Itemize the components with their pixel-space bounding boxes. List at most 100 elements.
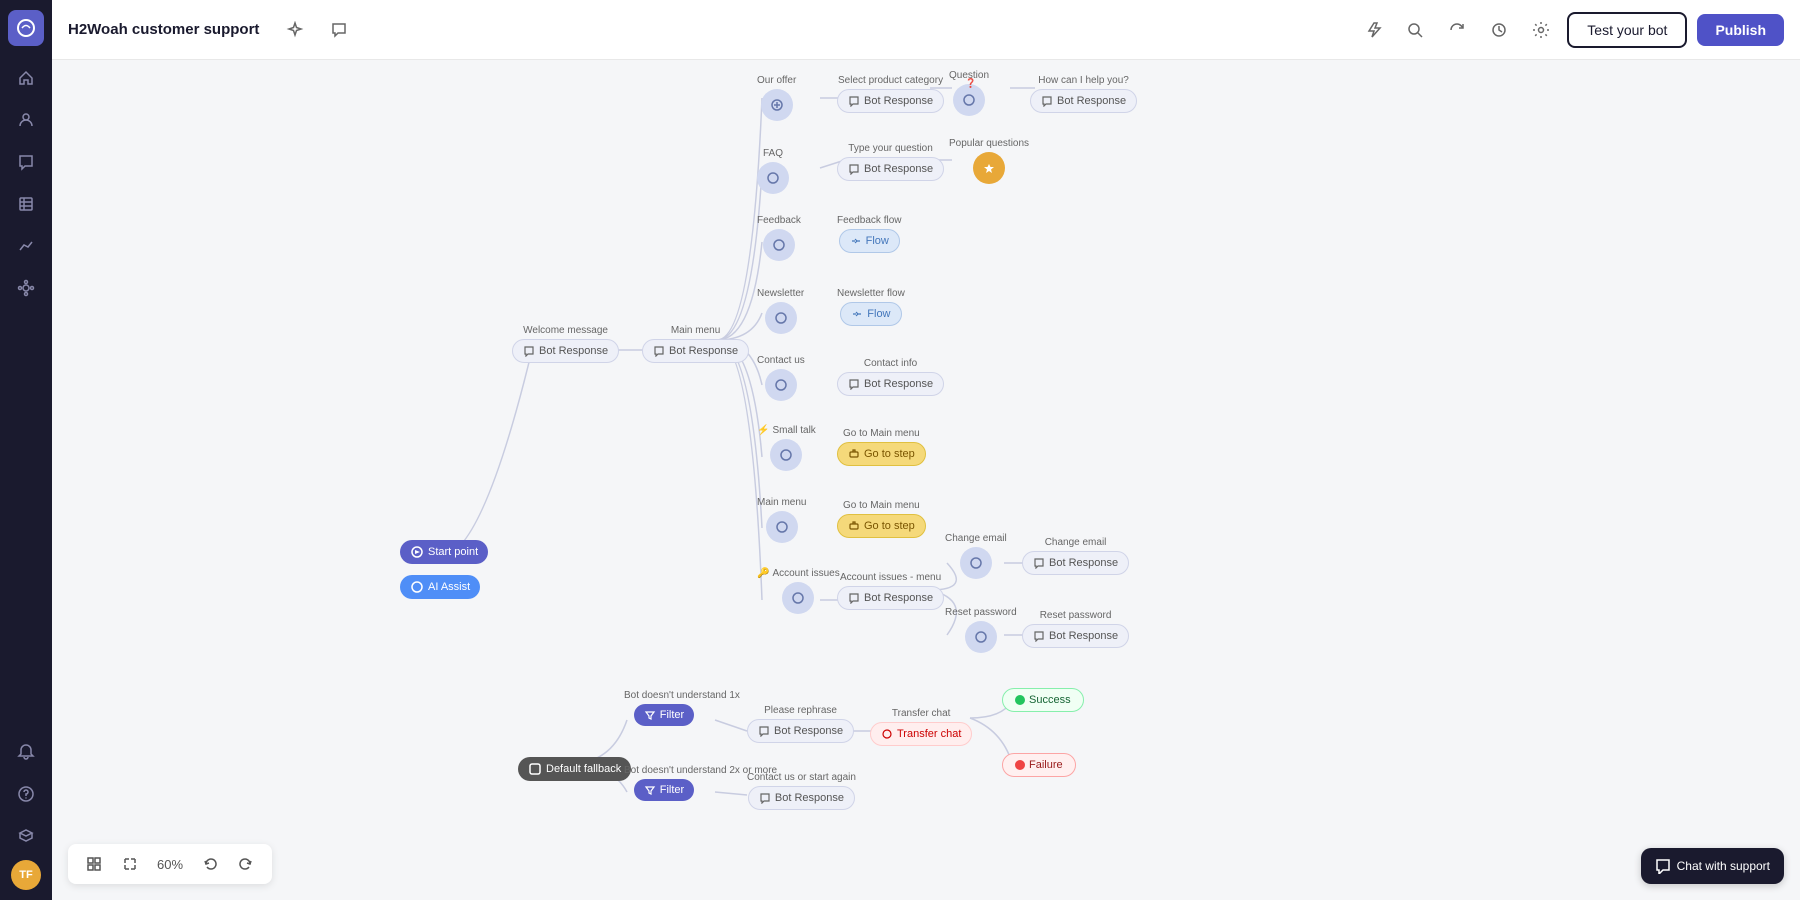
type-question-chip[interactable]: Bot Response — [837, 157, 944, 181]
sidebar-item-help[interactable] — [8, 776, 44, 812]
reset-password-node[interactable]: Reset password — [945, 607, 1017, 653]
feedback-node[interactable]: Feedback — [757, 215, 801, 261]
account-issues-menu-node[interactable]: Account issues - menu Bot Response — [837, 572, 944, 610]
go-to-main-2-chip[interactable]: Go to step — [837, 514, 926, 538]
newsletter-label: Newsletter — [757, 288, 804, 299]
failure-dot — [1015, 760, 1025, 770]
how-can-help-chip[interactable]: Bot Response — [1030, 89, 1137, 113]
undo-button[interactable] — [196, 850, 224, 878]
success-node[interactable]: Success — [1002, 688, 1084, 712]
reset-password-resp-chip[interactable]: Bot Response — [1022, 624, 1129, 648]
sidebar-item-users[interactable] — [8, 102, 44, 138]
small-talk-node[interactable]: ⚡ Small talk — [757, 425, 816, 471]
bot-understand-1-chip[interactable]: Filter — [634, 704, 694, 726]
newsletter-node[interactable]: Newsletter — [757, 288, 804, 334]
newsletter-flow-node[interactable]: Newsletter flow Flow — [837, 288, 905, 326]
question-icon[interactable]: ❓ — [953, 84, 985, 116]
default-fallback-chip[interactable]: Default fallback — [518, 757, 631, 781]
contact-restart-node[interactable]: Contact us or start again Bot Response — [747, 772, 856, 810]
failure-node[interactable]: Failure — [1002, 753, 1076, 777]
newsletter-flow-chip[interactable]: Flow — [840, 302, 901, 326]
chat-icon-button[interactable] — [323, 14, 355, 46]
go-to-main-1-node[interactable]: Go to Main menu Go to step — [837, 428, 926, 466]
search-button[interactable] — [1399, 14, 1431, 46]
bot-understand-2-node[interactable]: Bot doesn't understand 2x or more Filter — [624, 765, 704, 801]
popular-questions-icon[interactable] — [973, 152, 1005, 184]
zoom-level: 60% — [152, 857, 188, 872]
user-avatar[interactable]: TF — [11, 860, 41, 890]
go-to-main-1-chip[interactable]: Go to step — [837, 442, 926, 466]
feedback-flow-node[interactable]: Feedback flow Flow — [837, 215, 901, 253]
history-button[interactable] — [1483, 14, 1515, 46]
reset-password-resp-label: Reset password — [1040, 610, 1112, 621]
select-product-chip[interactable]: Bot Response — [837, 89, 944, 113]
feedback-flow-chip[interactable]: Flow — [839, 229, 900, 253]
app-logo — [8, 10, 44, 46]
header-actions: Test your bot Publish — [1357, 12, 1784, 48]
magic-button[interactable] — [279, 14, 311, 46]
please-rephrase-chip[interactable]: Bot Response — [747, 719, 854, 743]
ai-assist-node[interactable]: AI Assist — [400, 575, 480, 599]
our-offer-node[interactable]: Our offer — [757, 75, 796, 121]
contact-us-node[interactable]: Contact us — [757, 355, 805, 401]
contact-restart-chip[interactable]: Bot Response — [748, 786, 855, 810]
type-question-node[interactable]: Type your question Bot Response — [837, 143, 944, 181]
welcome-message-node[interactable]: Welcome message Bot Response — [512, 325, 619, 363]
sidebar-item-chat[interactable] — [8, 144, 44, 180]
main-menu-2-node[interactable]: Main menu — [757, 497, 806, 543]
account-issues-node[interactable]: 🔑 Account issues — [757, 568, 840, 614]
sidebar-item-learn[interactable] — [8, 818, 44, 854]
go-to-main-2-node[interactable]: Go to Main menu Go to step — [837, 500, 926, 538]
how-can-help-label: How can I help you? — [1038, 75, 1129, 86]
sidebar-item-data[interactable] — [8, 186, 44, 222]
main-menu-label: Main menu — [671, 325, 720, 336]
fit-view-button[interactable] — [80, 850, 108, 878]
contact-info-label: Contact info — [864, 358, 917, 369]
success-chip[interactable]: Success — [1002, 688, 1084, 712]
contact-info-node[interactable]: Contact info Bot Response — [837, 358, 944, 396]
transfer-chat-chip[interactable]: Transfer chat — [870, 722, 972, 746]
sidebar-item-integrations[interactable] — [8, 270, 44, 306]
settings-button[interactable] — [1525, 14, 1557, 46]
feedback-icon — [763, 229, 795, 261]
chat-support-button[interactable]: Chat with support — [1641, 848, 1784, 884]
please-rephrase-node[interactable]: Please rephrase Bot Response — [747, 705, 854, 743]
main-menu-node[interactable]: Main menu Bot Response — [642, 325, 749, 363]
flow-canvas[interactable]: Start point AI Assist Welcome message Bo… — [52, 60, 1800, 900]
reset-password-label: Reset password — [945, 607, 1017, 618]
expand-button[interactable] — [116, 850, 144, 878]
default-fallback-node[interactable]: Default fallback — [518, 757, 631, 781]
publish-button[interactable]: Publish — [1697, 14, 1784, 46]
sidebar-item-notifications[interactable] — [8, 734, 44, 770]
refresh-button[interactable] — [1441, 14, 1473, 46]
test-bot-button[interactable]: Test your bot — [1567, 12, 1687, 48]
welcome-message-chip[interactable]: Bot Response — [512, 339, 619, 363]
sidebar-item-analytics[interactable] — [8, 228, 44, 264]
success-dot — [1015, 695, 1025, 705]
sidebar-item-home[interactable] — [8, 60, 44, 96]
faq-node[interactable]: FAQ — [757, 148, 789, 194]
contact-info-chip[interactable]: Bot Response — [837, 372, 944, 396]
bot-understand-2-chip[interactable]: Filter — [634, 779, 694, 801]
type-question-label: Type your question — [848, 143, 933, 154]
transfer-chat-node[interactable]: Transfer chat Transfer chat — [870, 708, 972, 746]
change-email-node[interactable]: Change email — [945, 533, 1007, 579]
ai-assist-chip[interactable]: AI Assist — [400, 575, 480, 599]
redo-button[interactable] — [232, 850, 260, 878]
reset-password-resp-node[interactable]: Reset password Bot Response — [1022, 610, 1129, 648]
welcome-message-label: Welcome message — [523, 325, 608, 336]
change-email-resp-chip[interactable]: Bot Response — [1022, 551, 1129, 575]
start-point-node[interactable]: Start point — [400, 540, 488, 564]
main-menu-2-icon — [766, 511, 798, 543]
how-can-help-node[interactable]: How can I help you? Bot Response — [1030, 75, 1137, 113]
account-issues-menu-chip[interactable]: Bot Response — [837, 586, 944, 610]
question-node[interactable]: Question ❓ — [949, 70, 989, 116]
main-menu-chip[interactable]: Bot Response — [642, 339, 749, 363]
select-product-node[interactable]: Select product category Bot Response — [837, 75, 944, 113]
change-email-resp-node[interactable]: Change email Bot Response — [1022, 537, 1129, 575]
lightning-button[interactable] — [1357, 14, 1389, 46]
bot-understand-1-node[interactable]: Bot doesn't understand 1x Filter — [624, 690, 704, 726]
failure-chip[interactable]: Failure — [1002, 753, 1076, 777]
start-point-chip[interactable]: Start point — [400, 540, 488, 564]
popular-questions-node[interactable]: Popular questions — [949, 138, 1029, 184]
